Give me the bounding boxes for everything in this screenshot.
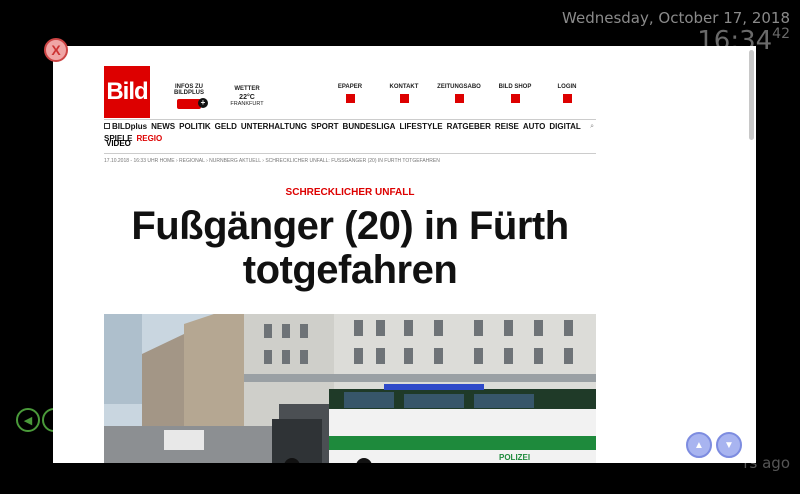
header-divider [104, 119, 596, 120]
bildplus-info-link[interactable]: INFOS ZU BILDPLUS [160, 84, 218, 111]
contact-icon [399, 94, 409, 103]
bild-logo[interactable]: Bild [104, 66, 150, 118]
cart-icon [510, 94, 520, 103]
lock-icon [562, 94, 572, 103]
clock-date: Wednesday, October 17, 2018 [562, 9, 790, 27]
menu-item-reise[interactable]: REISE [495, 121, 519, 133]
menu-item-auto[interactable]: AUTO [523, 121, 546, 133]
login-link[interactable]: LOGIN [550, 84, 584, 105]
weather-widget[interactable]: WETTER 22°C FRANKFURT [230, 86, 264, 107]
menu-item-bundesliga[interactable]: BUNDESLIGA [343, 121, 396, 133]
square-icon [104, 123, 110, 129]
close-button[interactable]: X [44, 38, 68, 62]
menu-item-unterhaltung[interactable]: UNTERHALTUNG [241, 121, 307, 133]
zeitungsabo-link[interactable]: ZEITUNGSABO [434, 84, 484, 105]
clock-seconds: 42 [772, 26, 790, 42]
scroll-up-button[interactable]: ▲ [686, 432, 712, 458]
menu-item-sport[interactable]: SPORT [311, 121, 339, 133]
newspaper-icon [454, 94, 464, 103]
bildplus-logo-icon [177, 98, 208, 109]
polizei-text: POLIZEI [499, 453, 530, 462]
menu-item-video[interactable]: VIDEO [106, 139, 131, 148]
menu-item-ratgeber[interactable]: RATGEBER [447, 121, 491, 133]
previous-button[interactable]: ◀ [16, 408, 40, 432]
menu-item-lifestyle[interactable]: LIFESTYLE [399, 121, 442, 133]
breadcrumb: 17.10.2018 - 16:33 UHR HOME › REGIONAL ›… [104, 158, 440, 164]
scroll-down-button[interactable]: ▼ [716, 432, 742, 458]
menu-divider [104, 153, 596, 154]
scrollbar[interactable] [749, 50, 754, 140]
epaper-icon [345, 94, 355, 103]
menu-item-geld[interactable]: GELD [215, 121, 237, 133]
bild-shop-link[interactable]: BILD SHOP [494, 84, 536, 105]
kontakt-link[interactable]: KONTAKT [384, 84, 424, 105]
search-icon[interactable]: ⌕ [590, 123, 594, 131]
menu-item-politik[interactable]: POLITIK [179, 121, 211, 133]
browser-frame: Bild INFOS ZU BILDPLUS WETTER 22°C FRANK… [53, 46, 756, 463]
menu-item-bildplus[interactable]: BILDplus [104, 121, 147, 133]
menu-item-digital[interactable]: DIGITAL [549, 121, 580, 133]
article-kicker: SCHRECKLICHER UNFALL [285, 187, 415, 198]
epaper-link[interactable]: EPAPER [330, 84, 370, 105]
article-headline: Fußgänger (20) in Fürth totgefahren [131, 204, 569, 292]
main-menu: BILDplus NEWS POLITIK GELD UNTERHALTUNG … [104, 121, 596, 145]
menu-item-news[interactable]: NEWS [151, 121, 175, 133]
menu-item-regio[interactable]: REGIO [136, 133, 162, 145]
article-photo: POLIZEI [104, 314, 596, 463]
